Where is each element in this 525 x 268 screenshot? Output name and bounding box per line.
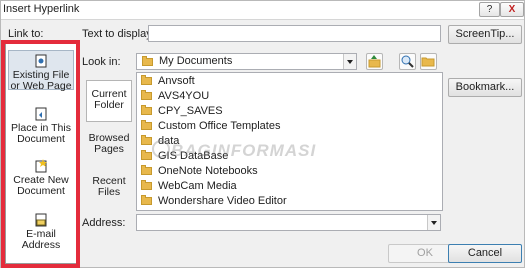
folder-icon <box>141 180 152 190</box>
watermark-logo-icon <box>152 140 170 158</box>
look-in-value: My Documents <box>159 55 233 67</box>
folder-icon <box>141 135 152 145</box>
insert-hyperlink-dialog: Insert Hyperlink ? X Link to: Existing F… <box>0 0 525 268</box>
list-item[interactable]: WebCam Media <box>141 180 237 193</box>
dialog-title: Insert Hyperlink <box>3 3 80 15</box>
folder-icon <box>141 120 152 130</box>
link-to-panel: Existing File or Web Page Place in This … <box>5 43 77 264</box>
screentip-button[interactable]: ScreenTip... <box>448 25 522 44</box>
list-item[interactable]: CPY_SAVES <box>141 105 223 118</box>
close-button[interactable]: X <box>500 2 524 17</box>
list-item[interactable]: Custom Office Templates <box>141 120 280 133</box>
existing-file-icon <box>34 54 48 68</box>
link-to-existing-file-label-2: or Web Page <box>10 80 72 92</box>
up-folder-button[interactable] <box>366 53 383 70</box>
link-to-email-label-2: Address <box>21 239 61 251</box>
bookmark-button[interactable]: Bookmark... <box>448 78 522 97</box>
chevron-down-icon[interactable] <box>427 215 440 230</box>
watermark: BAGINFORMASI <box>171 141 317 160</box>
place-current-folder[interactable]: Current Folder <box>86 80 132 122</box>
help-button[interactable]: ? <box>479 2 500 17</box>
place-current-folder-line2: Folder <box>94 99 124 111</box>
email-icon <box>34 213 48 227</box>
cancel-button[interactable]: Cancel <box>448 244 522 263</box>
place-recent-files[interactable]: Recent Files <box>86 174 132 210</box>
link-to-place-in-document[interactable]: Place in This Document <box>8 104 74 145</box>
list-item-label: Anvsoft <box>158 75 195 87</box>
folder-icon <box>141 195 152 205</box>
folder-icon <box>141 150 152 160</box>
text-to-display-input[interactable] <box>148 25 441 42</box>
chevron-down-icon[interactable] <box>343 54 356 69</box>
address-input[interactable] <box>136 214 441 231</box>
places-bar: Current Folder Browsed Pages Recent File… <box>86 78 132 211</box>
look-in-label: Look in: <box>82 56 121 68</box>
list-item-label: AVS4YOU <box>158 90 210 102</box>
list-item-label: WebCam Media <box>158 180 237 192</box>
browse-file-button[interactable] <box>420 53 437 70</box>
list-item-label: CPY_SAVES <box>158 105 223 117</box>
list-item[interactable]: Anvsoft <box>141 75 195 88</box>
link-to-email-address[interactable]: E-mail Address <box>8 210 74 251</box>
look-in-dropdown[interactable]: My Documents <box>136 53 357 70</box>
link-to-place-label-2: Document <box>17 133 65 145</box>
folder-icon <box>142 56 153 66</box>
new-document-icon <box>34 159 48 173</box>
folder-icon <box>141 165 152 175</box>
link-to-label: Link to: <box>8 28 44 40</box>
up-folder-icon <box>368 55 381 68</box>
folder-icon <box>141 105 152 115</box>
list-item[interactable]: OneNote Notebooks <box>141 165 258 178</box>
list-item[interactable]: Wondershare Video Editor <box>141 195 287 208</box>
link-to-existing-file[interactable]: Existing File or Web Page <box>8 50 74 92</box>
place-browsed-pages[interactable]: Browsed Pages <box>86 129 132 167</box>
list-item-label: OneNote Notebooks <box>158 165 258 177</box>
text-to-display-label: Text to display: <box>82 28 155 40</box>
list-item-label: Custom Office Templates <box>158 120 281 132</box>
folder-icon <box>141 90 152 100</box>
address-label: Address: <box>82 217 126 229</box>
browse-web-button[interactable] <box>399 53 416 70</box>
list-item-label: Wondershare Video Editor <box>158 195 287 207</box>
place-recent-files-line2: Files <box>97 186 121 198</box>
link-to-new-doc-label-2: Document <box>17 185 65 197</box>
place-browsed-pages-line2: Pages <box>94 143 124 155</box>
folder-icon <box>141 75 152 85</box>
list-item[interactable]: AVS4YOU <box>141 90 209 103</box>
browse-web-icon <box>401 55 414 68</box>
open-folder-icon <box>421 57 435 67</box>
link-to-create-new-document[interactable]: Create New Document <box>8 156 74 197</box>
place-in-document-icon <box>34 107 48 121</box>
title-bar: Insert Hyperlink ? X <box>1 1 524 20</box>
